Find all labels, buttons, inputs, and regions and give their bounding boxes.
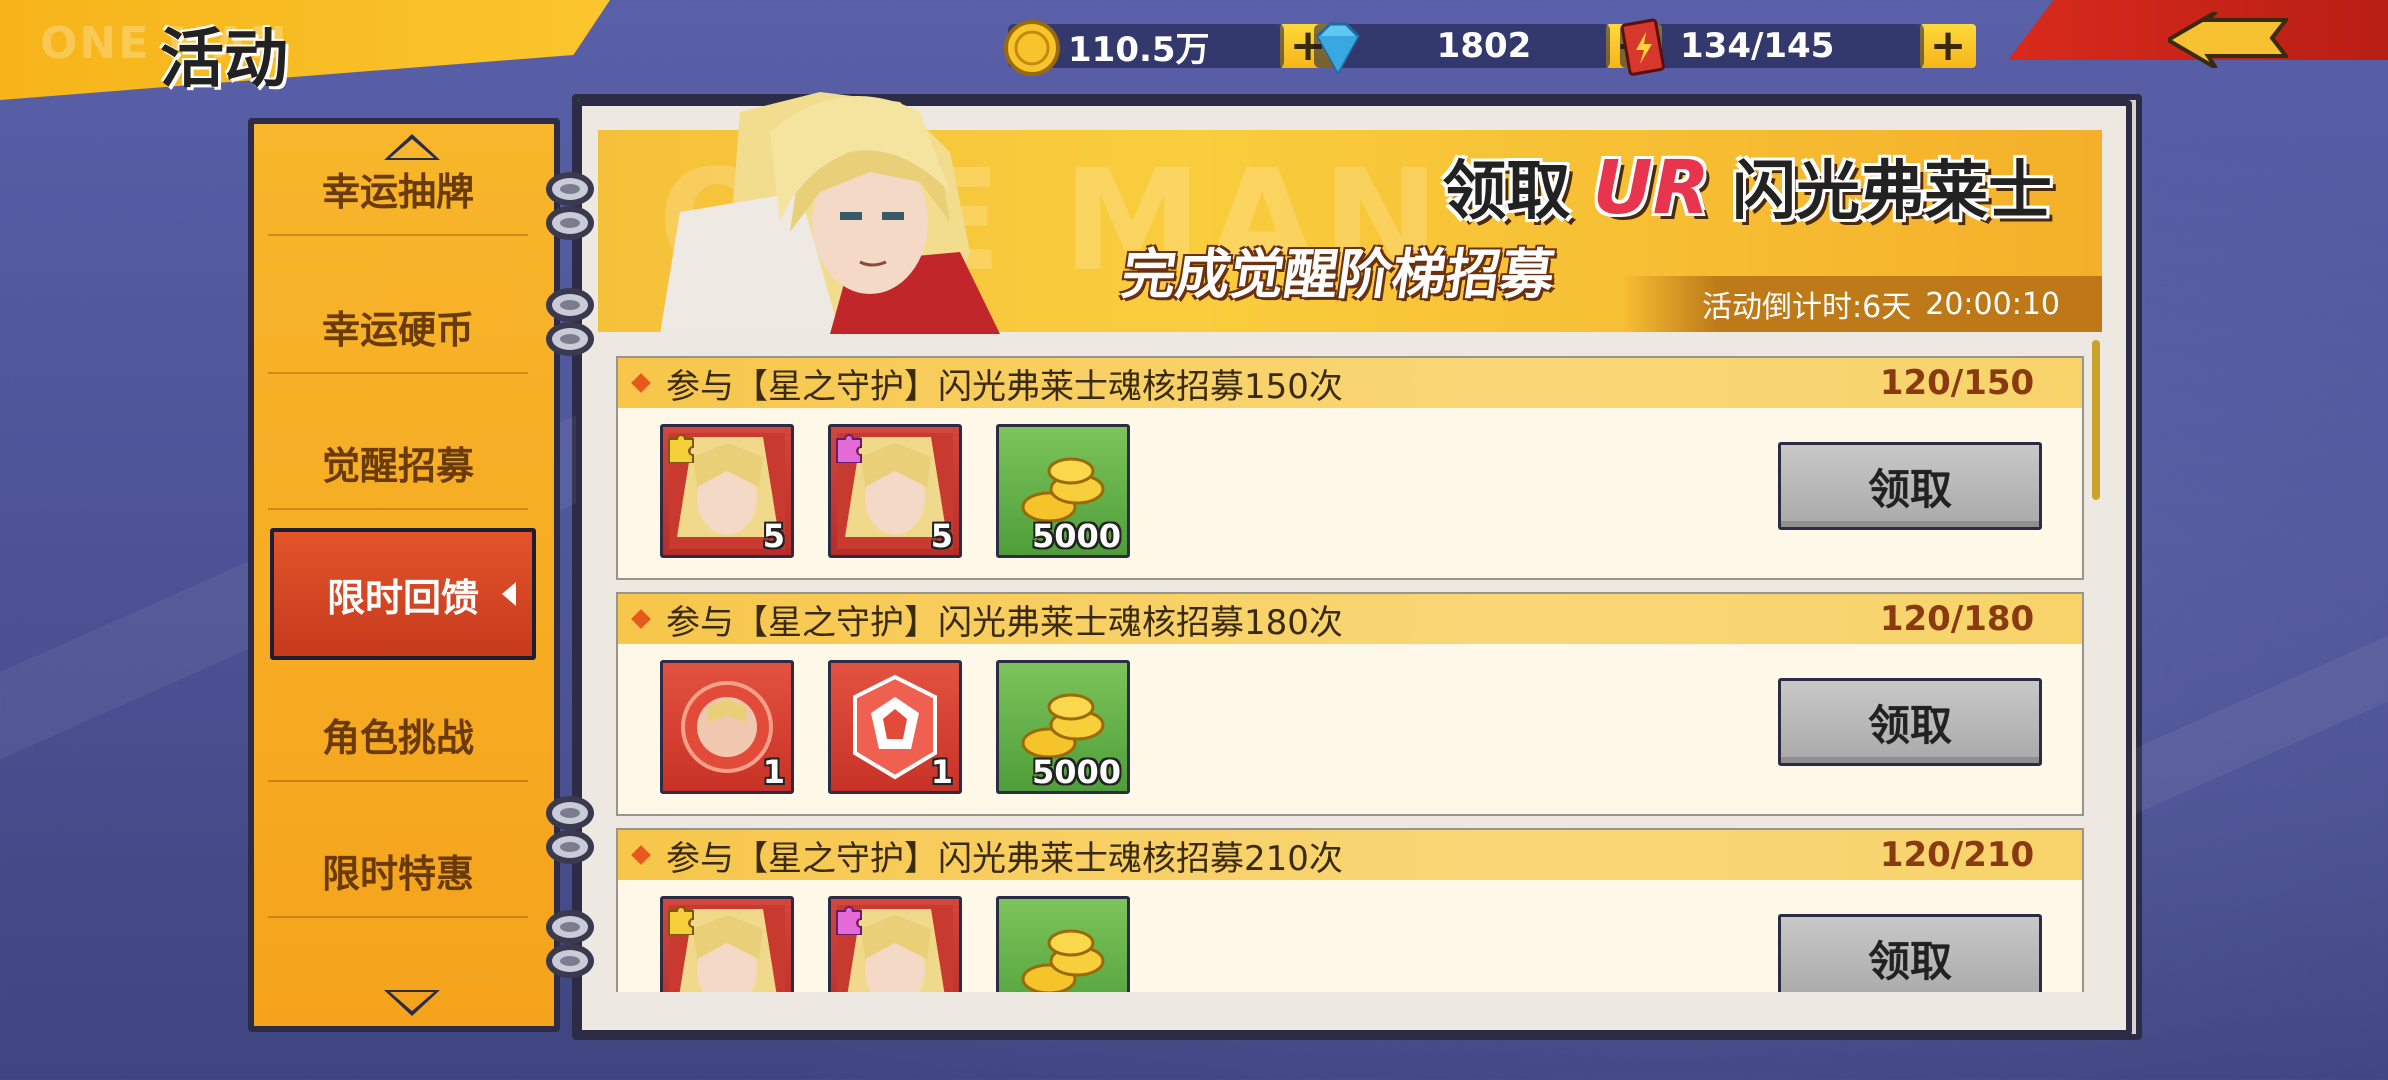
binder-ring — [546, 910, 594, 944]
selected-caret-icon — [502, 582, 516, 606]
diamond-icon — [1316, 22, 1360, 76]
task-header: 参与【星之守护】闪光弗莱士魂核招募210次 120/210 — [618, 830, 2082, 880]
claim-button[interactable]: 领取 — [1778, 678, 2042, 766]
sidebar-item-lucky-draw[interactable]: 幸运抽牌 — [268, 142, 528, 236]
binder-ring — [546, 288, 594, 322]
reward-gold[interactable] — [996, 896, 1130, 992]
sidebar-item-limited-rewards[interactable]: 限时回馈 — [270, 528, 536, 660]
task-progress: 120/150 — [1879, 363, 2035, 403]
sidebar-item-label: 限时回馈 — [326, 575, 479, 620]
diamond-bullet-icon — [631, 845, 651, 865]
currency-diamond: 1802 + — [1314, 18, 1662, 76]
binder-ring — [546, 944, 594, 978]
diamond-bullet-icon — [631, 609, 651, 629]
activity-sidebar: 幸运抽牌 幸运硬币 觉醒招募 限时回馈 角色挑战 限时特惠 — [248, 118, 560, 1032]
currency-gold: 110.5万 + — [1004, 18, 1336, 76]
reward-list — [660, 896, 1130, 992]
reward-soul-orb[interactable]: 1 — [660, 660, 794, 794]
task-header: 参与【星之守护】闪光弗莱士魂核招募150次 120/150 — [618, 358, 2082, 408]
reward-gold[interactable]: 5000 — [996, 424, 1130, 558]
reward-quantity: 5 — [762, 517, 785, 555]
banner-title-prefix: 领取 — [1442, 155, 1571, 229]
title-banner: ONE MAN — [0, 0, 610, 100]
gold-coins-icon — [1021, 929, 1105, 992]
diamond-bullet-icon — [631, 373, 651, 393]
reward-gold[interactable]: 5000 — [996, 660, 1130, 794]
back-arrow-icon[interactable] — [2168, 12, 2288, 68]
stamina-card-icon — [1620, 18, 1665, 76]
banner-title: 领取 UR 闪光弗莱士 — [1442, 140, 2052, 232]
sidebar-item-awaken-recruit[interactable]: 觉醒招募 — [268, 416, 528, 510]
sidebar-item-lucky-coin[interactable]: 幸运硬币 — [268, 280, 528, 374]
reward-quantity: 5000 — [1031, 517, 1121, 555]
task-name: 参与【星之守护】闪光弗莱士魂核招募210次 — [666, 838, 1343, 879]
countdown-time: 20:00:10 — [1925, 286, 2060, 322]
currency-diamond-pill: 1802 — [1314, 22, 1610, 76]
scroll-down-icon[interactable] — [384, 990, 440, 1016]
yellow-puzzle-badge-icon — [668, 434, 694, 463]
binder-ring — [546, 206, 594, 240]
banner-title-name: 闪光弗莱士 — [1732, 155, 2052, 229]
binder-ring — [546, 172, 594, 206]
task-list: 参与【星之守护】闪光弗莱士魂核招募150次 120/150 5 5 5000 领… — [614, 356, 2086, 992]
reward-quantity: 1 — [762, 753, 785, 791]
sidebar-item-limited-offer[interactable]: 限时特惠 — [268, 824, 528, 918]
reward-list: 5 5 5000 — [660, 424, 1130, 558]
reward-character-shard[interactable]: 5 — [828, 424, 962, 558]
reward-quantity: 5000 — [1031, 753, 1121, 791]
reward-character-shard[interactable] — [660, 896, 794, 992]
currency-diamond-value: 1802 — [1436, 26, 1532, 66]
gold-coin-icon — [1004, 20, 1060, 76]
reward-character-shard[interactable] — [828, 896, 962, 992]
countdown-label: 活动倒计时:6天 — [1702, 290, 1912, 325]
binder-ring — [546, 322, 594, 356]
reward-list: 1 1 5000 — [660, 660, 1130, 794]
reward-quantity: 1 — [930, 753, 953, 791]
page-title: 活动 — [160, 23, 288, 97]
currency-stamina-pill: 134/145 — [1620, 18, 1924, 76]
add-stamina-button[interactable]: + — [1920, 24, 1976, 68]
currency-gold-pill: 110.5万 — [1004, 20, 1284, 76]
currency-stamina: 134/145 + — [1620, 18, 1976, 76]
task-row: 参与【星之守护】闪光弗莱士魂核招募150次 120/150 5 5 5000 领… — [616, 356, 2084, 580]
reward-quantity: 5 — [930, 517, 953, 555]
character-portrait — [660, 92, 1000, 334]
pink-puzzle-badge-icon — [836, 434, 862, 463]
currency-stamina-value: 134/145 — [1680, 26, 1835, 66]
reward-character-shard[interactable]: 5 — [660, 424, 794, 558]
event-countdown: 活动倒计时:6天 20:00:10 — [1622, 276, 2102, 332]
binder-ring — [546, 796, 594, 830]
task-row: 参与【星之守护】闪光弗莱士魂核招募210次 120/210 领取 — [616, 828, 2084, 992]
binder-ring — [546, 830, 594, 864]
task-list-scrollbar[interactable] — [2092, 340, 2100, 500]
reward-emblem[interactable]: 1 — [828, 660, 962, 794]
task-progress: 120/210 — [1879, 835, 2035, 875]
currency-gold-value: 110.5万 — [1068, 29, 1210, 70]
task-header: 参与【星之守护】闪光弗莱士魂核招募180次 120/180 — [618, 594, 2082, 644]
pink-puzzle-badge-icon — [836, 906, 862, 935]
task-name: 参与【星之守护】闪光弗莱士魂核招募150次 — [666, 366, 1343, 407]
sidebar-item-character-challenge[interactable]: 角色挑战 — [268, 688, 528, 782]
banner-title-ur: UR — [1592, 145, 1710, 231]
task-name: 参与【星之守护】闪光弗莱士魂核招募180次 — [666, 602, 1343, 643]
claim-button[interactable]: 领取 — [1778, 914, 2042, 992]
banner-subtitle: 完成觉醒阶梯招募 — [1117, 243, 1559, 306]
task-progress: 120/180 — [1879, 599, 2035, 639]
task-row: 参与【星之守护】闪光弗莱士魂核招募180次 120/180 1 1 5000 领… — [616, 592, 2084, 816]
yellow-puzzle-badge-icon — [668, 906, 694, 935]
claim-button[interactable]: 领取 — [1778, 442, 2042, 530]
